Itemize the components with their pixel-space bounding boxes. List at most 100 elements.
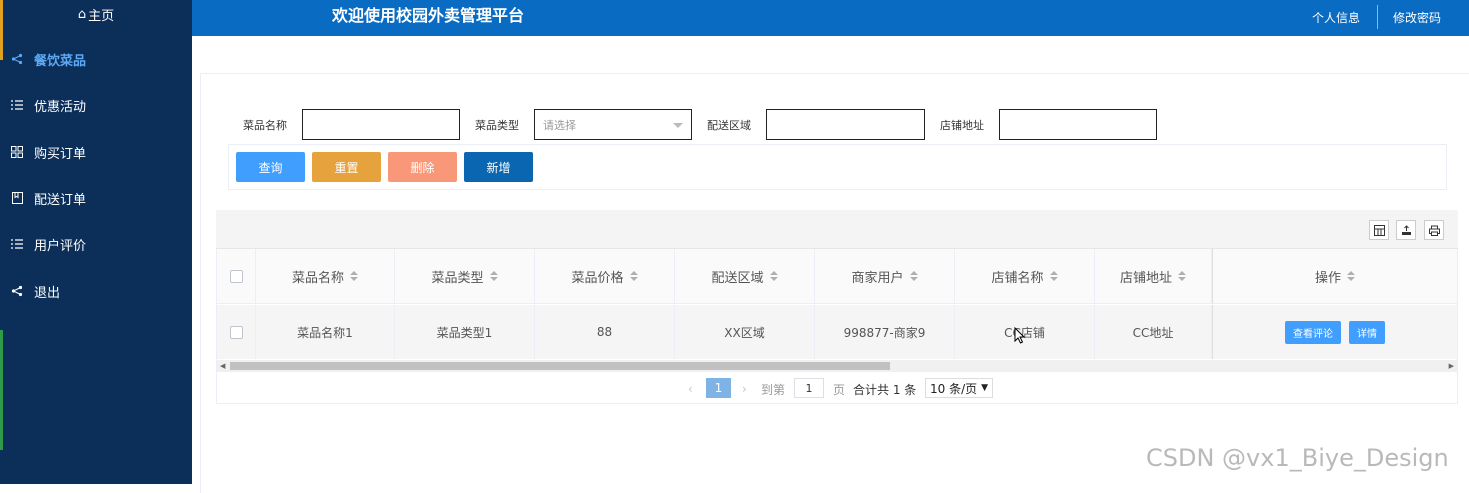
- column-header[interactable]: 菜品价格: [535, 249, 675, 303]
- columns-icon[interactable]: [1369, 220, 1389, 240]
- column-header-label: 操作: [1314, 270, 1341, 286]
- sidebar-item-delivery-orders[interactable]: 配送订单: [0, 175, 192, 221]
- page-size-value: 10 条/页: [930, 381, 978, 396]
- prev-page-icon[interactable]: ‹: [688, 378, 693, 400]
- column-header[interactable]: 菜品名称: [256, 249, 395, 303]
- delivery-area-label: 配送区域: [707, 119, 751, 132]
- column-header[interactable]: 店铺名称: [955, 249, 1095, 303]
- goto-label: 到第: [761, 382, 786, 397]
- table-cell: XX区域: [675, 305, 815, 359]
- sidebar-item-logout[interactable]: 退出: [0, 268, 192, 314]
- site-title: 欢迎使用校园外卖管理平台: [332, 6, 525, 25]
- scrollbar-thumb[interactable]: [230, 362, 890, 370]
- sidebar-item-label: 配送订单: [34, 192, 87, 208]
- column-header-label: 菜品名称: [291, 270, 344, 286]
- column-header[interactable]: 配送区域: [675, 249, 815, 303]
- table-cell: 998877-商家9: [815, 305, 955, 359]
- shop-address-label: 店铺地址: [940, 119, 984, 132]
- details-button[interactable]: 详情: [1349, 320, 1385, 344]
- column-header-label: 配送区域: [711, 270, 764, 286]
- actions-cell: 查看评论 详情: [1212, 305, 1457, 359]
- next-page-icon[interactable]: ›: [742, 378, 747, 400]
- total-count: 合计共 1 条: [853, 382, 917, 397]
- sort-icon[interactable]: [909, 271, 918, 281]
- table-header-row: 菜品名称 菜品类型 菜品价格 配送区域 商家用户 店铺名称 店铺地址 操作: [217, 249, 1457, 304]
- page-suffix: 页: [833, 382, 846, 397]
- grid-icon: [10, 146, 24, 158]
- sidebar-item-purchase-orders[interactable]: 购买订单: [0, 129, 192, 175]
- print-icon[interactable]: [1424, 220, 1444, 240]
- sidebar-item-promotions[interactable]: 优惠活动: [0, 82, 192, 128]
- profile-link[interactable]: 个人信息: [1312, 9, 1360, 26]
- sidebar-home-label: 主页: [88, 8, 115, 24]
- dish-type-select[interactable]: 请选择: [534, 109, 692, 140]
- table-cell: CC地址: [1095, 305, 1212, 359]
- table-row[interactable]: 菜品名称1 菜品类型1 88 XX区域 998877-商家9 CC店铺 CC地址…: [217, 305, 1457, 359]
- sort-icon[interactable]: [1347, 271, 1355, 281]
- book-icon: [10, 192, 24, 204]
- horizontal-scrollbar[interactable]: ◀ ▶: [217, 360, 1457, 372]
- dish-type-label: 菜品类型: [475, 119, 519, 132]
- sort-icon[interactable]: [769, 271, 778, 281]
- home-icon: ⌂: [77, 6, 87, 22]
- delivery-area-input[interactable]: [766, 109, 925, 140]
- sidebar-item-dishes[interactable]: 餐饮菜品: [0, 36, 192, 82]
- column-header[interactable]: 菜品类型: [395, 249, 535, 303]
- list-icon: [10, 100, 24, 110]
- dish-name-label: 菜品名称: [243, 119, 287, 132]
- chevron-down-icon: ▼: [981, 383, 989, 393]
- scroll-right-icon[interactable]: ▶: [1449, 360, 1454, 372]
- dish-type-placeholder: 请选择: [543, 118, 576, 132]
- column-header[interactable]: 操作: [1212, 249, 1457, 303]
- sidebar-item-label: 优惠活动: [34, 99, 87, 115]
- query-button[interactable]: 查询: [236, 152, 305, 182]
- sort-icon[interactable]: [1178, 271, 1186, 281]
- column-header-label: 菜品类型: [431, 270, 484, 286]
- sidebar-home-link[interactable]: ⌂ 主页: [0, 0, 192, 28]
- sort-icon[interactable]: [1049, 271, 1058, 281]
- sidebar-item-reviews[interactable]: 用户评价: [0, 221, 192, 267]
- delete-button[interactable]: 删除: [388, 152, 457, 182]
- row-select-cell: [217, 305, 256, 359]
- list-icon: [10, 239, 24, 249]
- column-header[interactable]: 商家用户: [815, 249, 955, 303]
- change-password-link[interactable]: 修改密码: [1393, 9, 1441, 26]
- sort-icon[interactable]: [489, 271, 498, 281]
- sort-icon[interactable]: [629, 271, 638, 281]
- sidebar-item-label: 购买订单: [34, 146, 87, 162]
- sidebar-item-label: 餐饮菜品: [34, 53, 87, 69]
- page-size-select[interactable]: 10 条/页 ▼: [925, 378, 993, 398]
- dish-name-input[interactable]: [302, 109, 460, 140]
- column-header[interactable]: 店铺地址: [1095, 249, 1212, 303]
- select-all-checkbox[interactable]: [229, 269, 243, 283]
- share-icon: [10, 285, 24, 297]
- table-toolbar: [216, 210, 1458, 249]
- table-cell: 菜品名称1: [256, 305, 395, 359]
- sidebar-item-label: 用户评价: [34, 238, 87, 254]
- row-checkbox[interactable]: [229, 325, 243, 339]
- scroll-left-icon[interactable]: ◀: [220, 360, 225, 372]
- chevron-down-icon: [673, 123, 683, 128]
- table-cell: 88: [535, 305, 675, 359]
- add-button[interactable]: 新增: [464, 152, 533, 182]
- goto-page-input[interactable]: 1: [794, 378, 824, 398]
- sidebar-item-label: 退出: [34, 285, 61, 301]
- column-header-label: 店铺名称: [991, 270, 1044, 286]
- top-header: 欢迎使用校园外卖管理平台 个人信息 修改密码: [192, 0, 1469, 36]
- sort-icon[interactable]: [350, 271, 358, 281]
- reset-button[interactable]: 重置: [312, 152, 381, 182]
- mouse-cursor-icon: [1014, 326, 1026, 348]
- watermark: CSDN @vx1_Biye_Design: [1146, 444, 1449, 472]
- column-header-label: 菜品价格: [571, 270, 624, 286]
- column-header-label: 商家用户: [851, 270, 904, 286]
- view-reviews-button[interactable]: 查看评论: [1285, 320, 1341, 344]
- column-header-label: 店铺地址: [1119, 270, 1172, 286]
- shop-address-input[interactable]: [999, 109, 1157, 140]
- select-all-cell: [217, 249, 256, 303]
- header-divider: [1377, 5, 1378, 29]
- share-icon: [10, 53, 24, 65]
- table-cell: 菜品类型1: [395, 305, 535, 359]
- export-icon[interactable]: [1396, 220, 1416, 240]
- page-number-current[interactable]: 1: [706, 378, 731, 398]
- sidebar: ⌂ 主页 餐饮菜品 优惠活动 购买订单 配送订单 用户评价 退出: [0, 0, 192, 484]
